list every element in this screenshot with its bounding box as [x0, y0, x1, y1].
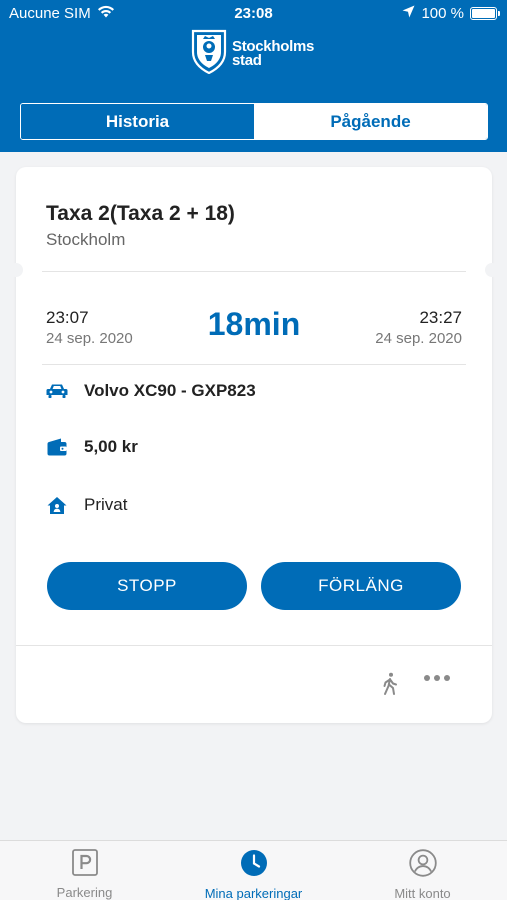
end-time: 23:27: [419, 308, 462, 327]
clock-icon: [240, 849, 268, 880]
divider: [16, 645, 492, 646]
tab-my-parkings[interactable]: Mina parkeringar: [169, 849, 338, 900]
location-arrow-icon: [402, 5, 415, 22]
cost-row: 5,00 kr: [46, 436, 138, 458]
tab-parking-label: Parkering: [56, 885, 113, 900]
history-ongoing-segmented-control: Historia Pågående: [20, 103, 488, 140]
account-type-row: Privat: [46, 494, 127, 516]
divider: [42, 364, 466, 365]
extend-button[interactable]: FÖRLÄNG: [261, 562, 461, 610]
app-header: Aucune SIM 23:08 100 % Stockholms stad H…: [0, 0, 507, 152]
tab-parking[interactable]: Parkering: [0, 849, 169, 900]
car-icon: [46, 380, 68, 402]
vehicle-row: Volvo XC90 - GXP823: [46, 380, 256, 402]
parking-city: Stockholm: [46, 230, 126, 249]
account-type-label: Privat: [84, 495, 128, 514]
tab-history[interactable]: Historia: [21, 104, 254, 139]
tab-my-parkings-label: Mina parkeringar: [204, 886, 303, 900]
wallet-icon: [46, 436, 68, 458]
end-date: 24 sep. 2020: [375, 330, 462, 347]
stockholms-stad-logo: Stockholms stad: [190, 28, 314, 79]
parking-sign-icon: [71, 849, 98, 879]
more-options-icon[interactable]: [424, 675, 450, 681]
bottom-tab-bar: Parkering Mina parkeringar Mitt konto: [0, 840, 507, 900]
status-bar: Aucune SIM 23:08 100 %: [0, 0, 507, 28]
tab-my-account-label: Mitt konto: [394, 886, 451, 900]
battery-label: 100 %: [421, 5, 464, 22]
battery-icon: [470, 7, 500, 20]
divider: [42, 271, 466, 272]
tab-my-account[interactable]: Mitt konto: [338, 849, 507, 900]
logo-line2: stad: [232, 51, 262, 69]
walking-person-icon[interactable]: [382, 672, 398, 701]
crest-icon: [190, 28, 228, 79]
cost-label: 5,00 kr: [84, 437, 138, 456]
vehicle-label: Volvo XC90 - GXP823: [84, 381, 256, 400]
private-home-icon: [46, 494, 68, 516]
end-time-block: 23:27 24 sep. 2020: [375, 308, 462, 347]
tab-ongoing[interactable]: Pågående: [254, 104, 487, 139]
stop-button[interactable]: STOPP: [47, 562, 247, 610]
user-account-icon: [408, 849, 437, 880]
parking-zone-title: Taxa 2(Taxa 2 + 18): [46, 202, 235, 225]
active-parking-card: Taxa 2(Taxa 2 + 18) Stockholm 23:07 24 s…: [9, 167, 499, 723]
